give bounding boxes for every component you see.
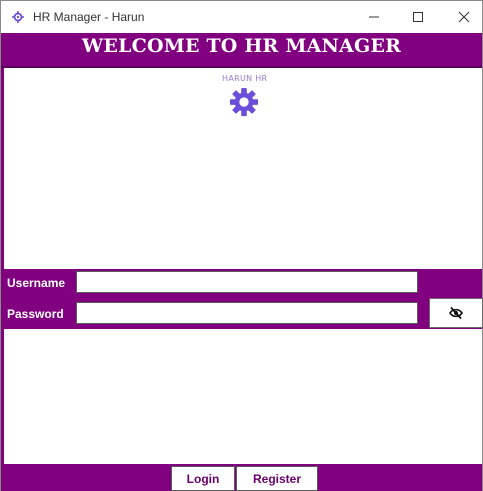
maximize-icon <box>413 12 423 22</box>
password-input[interactable] <box>76 302 418 324</box>
close-icon <box>458 11 470 23</box>
app-window: HR Manager - Harun WELCOME TO HR MANAGER… <box>0 0 483 491</box>
logo-text: HARUN HR <box>222 74 268 83</box>
minimize-button[interactable] <box>351 1 397 33</box>
maximize-button[interactable] <box>395 1 441 33</box>
title-bar: HR Manager - Harun <box>1 1 482 33</box>
gear-icon <box>229 87 259 117</box>
username-label: Username <box>7 276 66 290</box>
password-visibility-toggle[interactable] <box>429 298 483 328</box>
page-title: WELCOME TO HR MANAGER <box>81 35 402 57</box>
password-label: Password <box>7 307 64 321</box>
gear-icon <box>12 11 24 23</box>
login-button[interactable]: Login <box>171 466 235 491</box>
minimize-icon <box>369 16 379 18</box>
username-input[interactable] <box>76 271 418 293</box>
welcome-header: WELCOME TO HR MANAGER <box>1 33 482 68</box>
close-button[interactable] <box>441 1 483 33</box>
content-area <box>1 68 482 464</box>
eye-slash-icon <box>449 306 463 320</box>
register-button[interactable]: Register <box>236 466 318 491</box>
window-title: HR Manager - Harun <box>33 10 145 24</box>
